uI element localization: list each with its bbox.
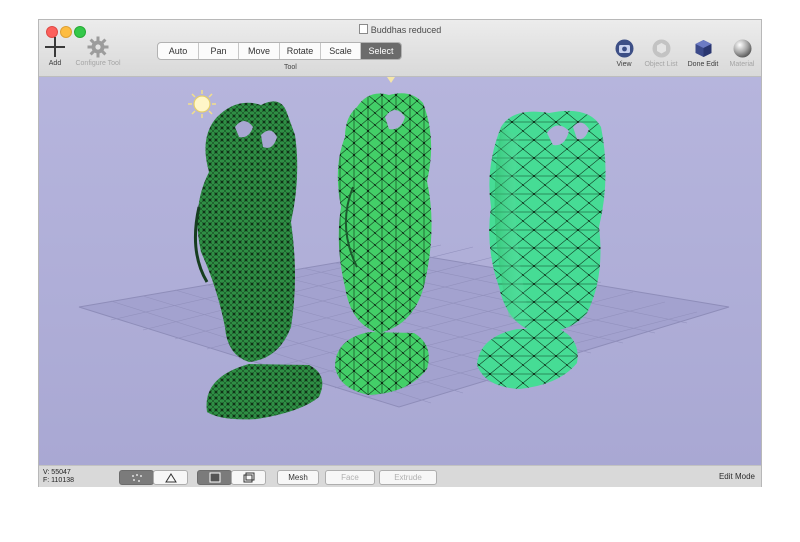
configure-tool-button[interactable]: Configure Tool — [69, 36, 127, 67]
mode-rotate[interactable]: Rotate — [280, 43, 321, 59]
object-list-icon — [652, 39, 670, 58]
mode-scale[interactable]: Scale — [321, 43, 361, 59]
wireframe-box-icon — [243, 472, 254, 483]
material-label: Material — [729, 61, 755, 68]
view-label: View — [616, 61, 632, 68]
solid-view-button[interactable] — [197, 470, 232, 485]
window-title-text: Buddhas reduced — [370, 25, 442, 35]
mesh-button[interactable]: Mesh — [277, 470, 319, 485]
mode-auto[interactable]: Auto — [158, 43, 199, 59]
triangle-select-button[interactable] — [153, 470, 188, 485]
done-edit-button[interactable]: Done Edit — [685, 39, 721, 68]
view-button[interactable]: View — [613, 39, 635, 68]
mode-select[interactable]: Select — [361, 43, 401, 59]
status-bar: V: 55047 F: 110138 Mesh Face Extrude Edi… — [39, 465, 761, 487]
buddha-model-medium[interactable] — [335, 93, 432, 395]
tool-mode-selector[interactable]: Auto Pan Move Rotate Scale Select — [157, 42, 402, 60]
camera-view-icon — [615, 39, 633, 58]
mode-pan[interactable]: Pan — [199, 43, 239, 59]
window-title: Buddhas reduced — [39, 24, 761, 35]
vertex-dots-icon — [131, 473, 142, 482]
scene-canvas[interactable] — [39, 77, 761, 465]
plus-icon — [45, 37, 65, 57]
sun-light-icon[interactable] — [188, 90, 216, 118]
material-sphere-icon — [733, 39, 751, 58]
extrude-button[interactable]: Extrude — [379, 470, 437, 485]
light-marker — [387, 77, 395, 83]
mode-move[interactable]: Move — [239, 43, 280, 59]
edit-mode-label: Edit Mode — [718, 472, 755, 481]
mesh-counts: V: 55047 F: 110138 — [43, 469, 74, 485]
vertex-count: V: 55047 — [43, 469, 71, 476]
cube-icon — [695, 40, 711, 57]
configure-tool-label: Configure Tool — [75, 60, 121, 67]
gear-icon — [87, 36, 109, 58]
face-button[interactable]: Face — [325, 470, 375, 485]
document-icon — [358, 24, 368, 34]
title-bar: Buddhas reduced Add Configure Tool Auto … — [39, 20, 761, 77]
done-edit-label: Done Edit — [687, 61, 719, 68]
solid-box-icon — [209, 472, 220, 483]
3d-viewport[interactable] — [39, 77, 761, 465]
wireframe-view-button[interactable] — [231, 470, 266, 485]
face-count: F: 110138 — [43, 477, 75, 484]
tool-group-label: Tool — [284, 64, 297, 71]
add-button[interactable]: Add — [44, 36, 66, 67]
add-label: Add — [48, 60, 62, 67]
triangle-icon — [164, 472, 177, 483]
vertex-select-button[interactable] — [119, 470, 154, 485]
object-list-button[interactable]: Object List — [641, 39, 681, 68]
app-window: Buddhas reduced Add Configure Tool Auto … — [39, 20, 761, 487]
material-button[interactable]: Material — [725, 39, 759, 68]
buddha-model-dense[interactable] — [193, 101, 323, 420]
object-list-label: Object List — [644, 61, 678, 68]
